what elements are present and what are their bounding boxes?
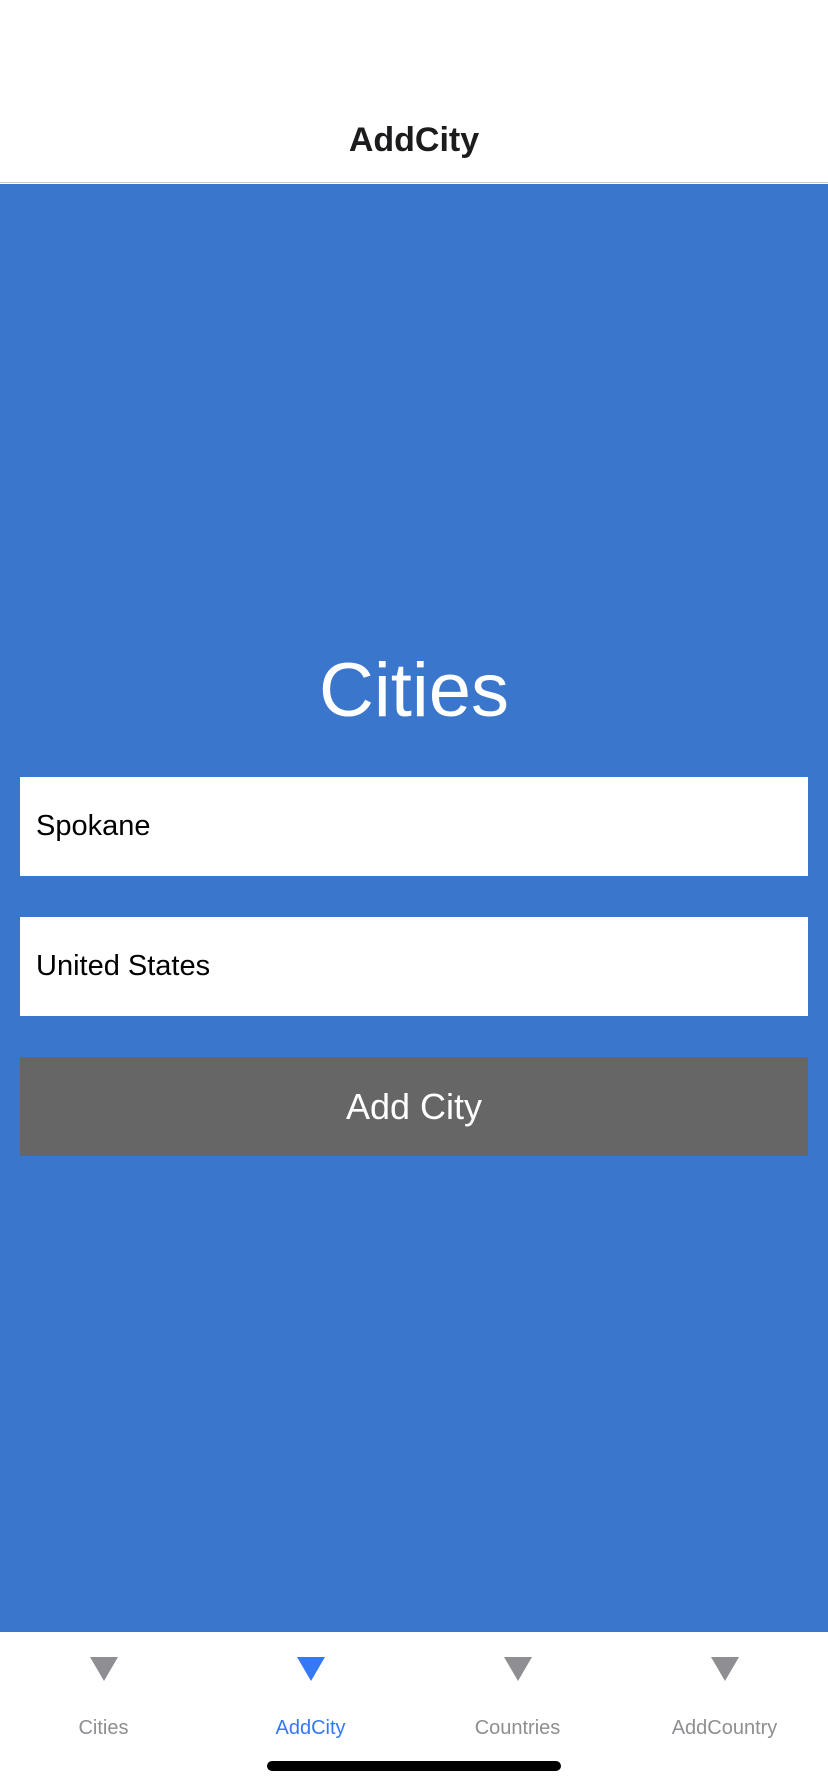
tab-label: AddCity xyxy=(275,1717,346,1739)
page-title: AddCity xyxy=(348,121,480,159)
triangle-down-icon xyxy=(710,1657,739,1681)
tab-label: AddCountry xyxy=(671,1717,778,1739)
tab-label: Cities xyxy=(78,1717,129,1739)
add-city-button[interactable]: Add City xyxy=(20,1057,808,1156)
navigation-bar: AddCity xyxy=(0,0,828,183)
tab-addcity[interactable]: AddCity xyxy=(207,1632,414,1752)
add-city-form: Cities Spokane United States Add City xyxy=(0,184,828,1632)
app-screen: AddCity Cities Spokane United States Add… xyxy=(0,0,828,1792)
tab-addcountry[interactable]: AddCountry xyxy=(621,1632,828,1752)
tab-label: Countries xyxy=(474,1717,561,1739)
tab-countries[interactable]: Countries xyxy=(414,1632,621,1752)
triangle-down-icon xyxy=(89,1657,118,1681)
tab-cities[interactable]: Cities xyxy=(0,1632,207,1752)
country-name-input[interactable]: United States xyxy=(20,917,808,1016)
triangle-down-icon xyxy=(503,1657,532,1681)
form-heading: Cities xyxy=(318,648,510,733)
city-name-input[interactable]: Spokane xyxy=(20,777,808,876)
triangle-down-icon xyxy=(296,1657,325,1681)
home-indicator[interactable] xyxy=(267,1761,561,1771)
